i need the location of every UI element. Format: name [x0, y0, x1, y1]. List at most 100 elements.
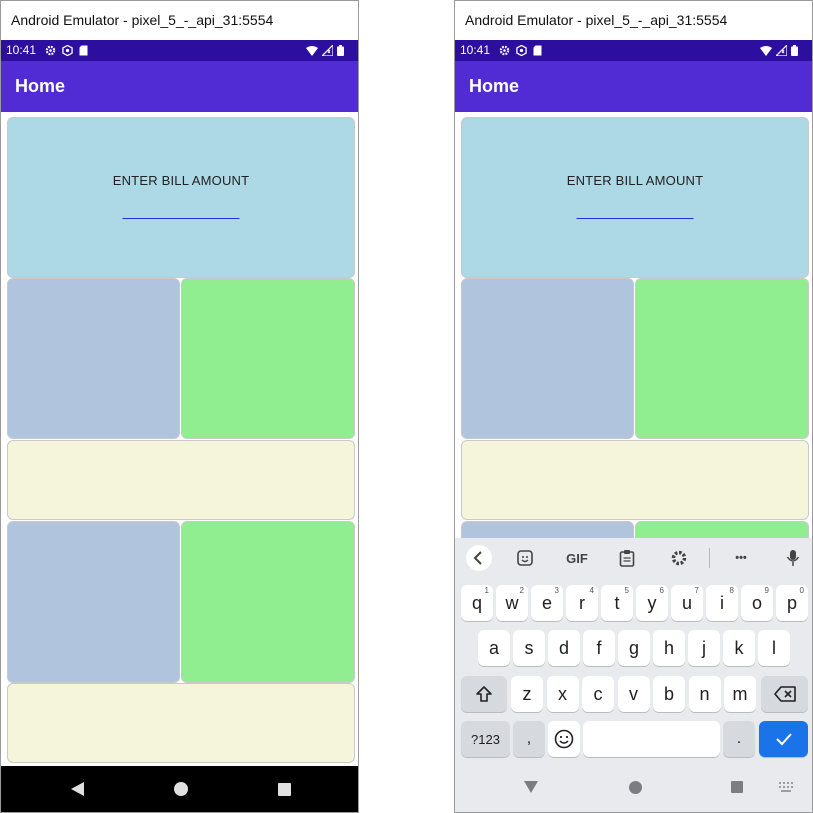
home-icon[interactable]	[161, 766, 201, 812]
key-label: s	[524, 637, 534, 658]
gear-icon[interactable]	[665, 544, 693, 572]
android-icon	[62, 45, 73, 56]
back-icon[interactable]	[57, 766, 97, 812]
shift-icon	[475, 685, 493, 703]
recents-icon[interactable]	[264, 766, 304, 812]
key-label: e	[541, 592, 552, 613]
key-hint: 8	[729, 586, 734, 595]
key-e[interactable]: e3	[531, 585, 563, 621]
key-label: n	[699, 683, 710, 704]
key-label: z	[522, 683, 532, 704]
key-r[interactable]: r4	[566, 585, 598, 621]
navigation-bar	[1, 766, 358, 812]
mic-icon[interactable]	[779, 544, 807, 572]
key-j[interactable]: j	[688, 630, 720, 666]
grid-cell-beige	[461, 440, 809, 520]
emulator-window-left: Android Emulator - pixel_5_-_api_31:5554…	[0, 0, 359, 813]
key-hint: 6	[659, 586, 664, 595]
emulator-window-right: Android Emulator - pixel_5_-_api_31:5554…	[454, 0, 813, 813]
key-g[interactable]: g	[618, 630, 650, 666]
key-l[interactable]: l	[758, 630, 790, 666]
window-title: Android Emulator - pixel_5_-_api_31:5554	[455, 1, 812, 40]
key-z[interactable]: z	[511, 676, 543, 712]
key-y[interactable]: y6	[636, 585, 668, 621]
keyboard-toolbar: GIF •••	[455, 538, 812, 578]
clipboard-icon[interactable]	[613, 544, 641, 572]
key-label: d	[558, 637, 569, 658]
key-m[interactable]: m	[724, 676, 756, 712]
space-key[interactable]	[583, 721, 720, 757]
chevron-left-icon[interactable]	[465, 544, 493, 572]
grid-cell-light-green	[635, 278, 809, 439]
key-label: y	[647, 592, 657, 613]
grid-cell-steel-blue	[7, 521, 180, 683]
bill-amount-label: ENTER BILL AMOUNT	[566, 173, 704, 188]
key-i[interactable]: i8	[706, 585, 738, 621]
key-hint: 9	[764, 586, 769, 595]
key-c[interactable]: c	[582, 676, 614, 712]
key-label: x	[558, 683, 567, 704]
key-v[interactable]: v	[617, 676, 650, 712]
sd-card-icon	[533, 45, 542, 56]
signal-icon	[776, 45, 787, 56]
shift-key[interactable]	[461, 676, 507, 712]
signal-icon	[322, 45, 333, 56]
status-bar: 10:41	[1, 40, 358, 61]
key-f[interactable]: f	[583, 630, 615, 666]
symbols-key[interactable]: ?123	[461, 721, 510, 757]
key-a[interactable]: a	[478, 630, 510, 666]
app-bar-title: Home	[1, 61, 358, 112]
android-icon	[516, 45, 527, 56]
key-o[interactable]: o9	[741, 585, 773, 621]
backspace-key[interactable]	[761, 676, 808, 712]
sticker-icon[interactable]	[511, 544, 539, 572]
bill-amount-input[interactable]	[122, 218, 240, 219]
key-t[interactable]: t5	[601, 585, 633, 621]
gif-button[interactable]: GIF	[561, 544, 593, 572]
key-label: k	[734, 637, 744, 658]
key-label: q	[471, 592, 482, 613]
key-label: c	[593, 683, 603, 704]
sd-card-icon	[79, 45, 88, 56]
key-n[interactable]: n	[688, 676, 721, 712]
keyboard-switch-icon[interactable]	[771, 764, 801, 810]
key-x[interactable]: x	[546, 676, 579, 712]
key-hint: 0	[799, 586, 804, 595]
status-time: 10:41	[6, 43, 37, 57]
key-hint: 3	[554, 586, 559, 595]
wifi-icon	[760, 45, 772, 56]
comma-key[interactable]: ,	[513, 721, 545, 757]
key-s[interactable]: s	[513, 630, 545, 666]
back-icon[interactable]	[511, 764, 551, 810]
key-hint: 5	[624, 586, 629, 595]
key-q[interactable]: q1	[461, 585, 493, 621]
emoji-key[interactable]	[548, 721, 580, 757]
home-icon[interactable]	[615, 764, 655, 810]
key-label: l	[772, 637, 776, 658]
grid-cell-beige	[7, 683, 355, 763]
key-label: b	[663, 683, 674, 704]
key-p[interactable]: p0	[776, 585, 808, 621]
key-label: m	[732, 683, 748, 704]
soft-keyboard: GIF ••• q1w2e3r4t5y6u7i8o9p0 asdfghjkl z…	[455, 538, 812, 812]
bill-amount-input[interactable]	[576, 218, 694, 219]
grid-cell-beige	[7, 440, 355, 520]
key-label: t	[614, 592, 620, 613]
key-label: w	[505, 592, 519, 613]
key-u[interactable]: u7	[671, 585, 703, 621]
more-button[interactable]: •••	[727, 544, 755, 572]
recents-icon[interactable]	[717, 764, 757, 810]
window-title: Android Emulator - pixel_5_-_api_31:5554	[1, 1, 358, 40]
app-bar-title: Home	[455, 61, 812, 112]
key-h[interactable]: h	[653, 630, 685, 666]
key-d[interactable]: d	[548, 630, 580, 666]
key-hint: 2	[519, 586, 524, 595]
key-k[interactable]: k	[723, 630, 755, 666]
enter-key[interactable]	[759, 721, 808, 757]
key-b[interactable]: b	[653, 676, 685, 712]
key-w[interactable]: w2	[496, 585, 528, 621]
period-key[interactable]: .	[723, 721, 755, 757]
settings-icon	[45, 45, 56, 56]
key-hint: 1	[484, 586, 489, 595]
grid-cell-steel-blue	[461, 278, 634, 439]
